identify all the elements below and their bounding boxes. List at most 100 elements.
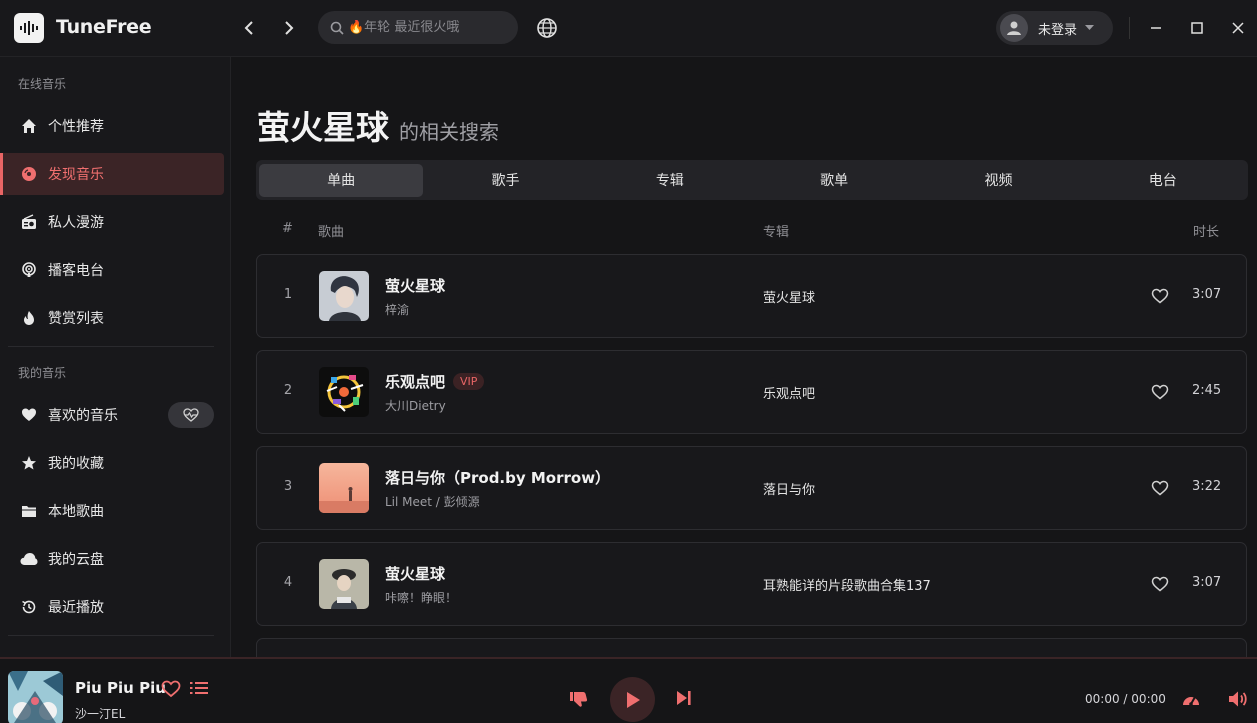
column-header-album: 专辑	[763, 225, 790, 240]
sidebar-item-label: 本地歌曲	[48, 504, 104, 520]
song-album[interactable]: 落日与你	[763, 479, 815, 498]
sidebar-item-label: 赞赏列表	[48, 311, 104, 327]
title-bar: TuneFree 未登录	[0, 0, 1257, 57]
now-playing-title: Piu Piu Piu	[75, 679, 166, 697]
song-index: 3	[283, 479, 293, 494]
search-icon	[330, 21, 344, 35]
song-row[interactable]: 4 萤火星球 咔嚓！睁眼！ 耳熟能详的片段歌曲合集137 3:07	[256, 542, 1247, 626]
search-input[interactable]	[348, 20, 508, 35]
now-playing-cover[interactable]	[8, 671, 63, 723]
song-title: 萤火星球	[385, 277, 446, 295]
window-controls-divider	[1129, 17, 1130, 39]
sidebar-divider	[8, 346, 214, 347]
tab-albums[interactable]: 专辑	[588, 164, 752, 197]
sidebar-divider	[8, 635, 214, 636]
tab-artists[interactable]: 歌手	[423, 164, 587, 197]
tab-radio[interactable]: 电台	[1081, 164, 1245, 197]
heart-icon	[20, 406, 38, 424]
song-album[interactable]: 萤火星球	[763, 287, 815, 306]
maximize-icon	[1191, 22, 1203, 34]
sidebar-item-podcast[interactable]: 播客电台	[0, 249, 224, 291]
column-header-song: 歌曲	[318, 225, 345, 240]
volume-button[interactable]	[1227, 688, 1249, 710]
like-heart-icon[interactable]	[161, 680, 181, 698]
next-track-button[interactable]	[674, 688, 694, 708]
column-header-index: #	[282, 221, 293, 236]
song-artist: 梓渝	[385, 303, 410, 317]
skip-next-icon	[677, 691, 691, 705]
sidebar-item-liked[interactable]: 喜欢的音乐	[0, 394, 224, 436]
song-cover	[319, 367, 369, 417]
like-heart-icon[interactable]	[1150, 574, 1170, 594]
sidebar-item-label: 我的云盘	[48, 552, 104, 568]
result-tabs: 单曲 歌手 专辑 歌单 视频 电台	[256, 160, 1248, 200]
sidebar-item-cloud[interactable]: 我的云盘	[0, 538, 224, 580]
fire-icon	[20, 309, 38, 327]
sidebar-item-discover[interactable]: 发现音乐	[0, 153, 224, 195]
sidebar-item-label: 最近播放	[48, 600, 104, 616]
language-globe-icon[interactable]	[536, 17, 558, 39]
sidebar-item-collection[interactable]: 我的收藏	[0, 442, 224, 484]
song-artist: 大川Dietry	[385, 399, 446, 413]
song-title: 乐观点吧 VIP	[385, 371, 485, 392]
heartbeat-icon	[183, 408, 199, 422]
dislike-button[interactable]	[568, 688, 590, 710]
maximize-button[interactable]	[1186, 17, 1208, 39]
minimize-button[interactable]	[1145, 17, 1167, 39]
song-duration: 3:07	[1192, 575, 1222, 590]
playlist-icon[interactable]	[190, 680, 208, 698]
cloud-icon	[20, 550, 38, 568]
sidebar-item-appreciation[interactable]: 赞赏列表	[0, 297, 224, 339]
radio-icon	[20, 213, 38, 231]
now-playing-artist: 沙一汀EL	[75, 707, 126, 721]
section-online-music: 在线音乐	[18, 77, 67, 91]
forward-button[interactable]	[279, 18, 299, 38]
user-menu-button[interactable]: 未登录	[996, 11, 1113, 45]
like-heart-icon[interactable]	[1150, 382, 1170, 402]
search-results-panel: 萤火星球 的相关搜索 单曲 歌手 专辑 歌单 视频 电台 # 歌曲 专辑 时长 …	[232, 57, 1257, 657]
song-title: 落日与你（Prod.by Morrow）	[385, 469, 611, 487]
search-keyword: 萤火星球	[257, 108, 389, 147]
vip-badge: VIP	[453, 373, 485, 390]
sidebar-item-label: 私人漫游	[48, 215, 104, 231]
podcast-icon	[20, 261, 38, 279]
song-row[interactable]: 2 乐观点吧 VIP 大川Dietry 乐观点吧 2:45	[256, 350, 1247, 434]
like-heart-icon[interactable]	[1150, 478, 1170, 498]
like-heart-icon[interactable]	[1150, 286, 1170, 306]
sidebar-item-roaming[interactable]: 私人漫游	[0, 201, 224, 243]
song-title: 萤火星球	[385, 565, 446, 583]
sidebar-item-label: 喜欢的音乐	[48, 408, 118, 424]
song-duration: 3:22	[1192, 479, 1222, 494]
avatar-icon	[1000, 14, 1028, 42]
home-icon	[20, 117, 38, 135]
song-cover	[319, 463, 369, 513]
sidebar: 在线音乐 个性推荐 发现音乐 私人漫游 播客电台 赞赏列表 我的音乐 喜欢的音乐…	[0, 57, 231, 657]
back-button[interactable]	[239, 18, 259, 38]
folder-icon	[20, 502, 38, 520]
page-title: 萤火星球 的相关搜索	[257, 101, 499, 149]
chevron-left-icon	[244, 21, 253, 35]
song-cover	[319, 559, 369, 609]
sidebar-item-recommend[interactable]: 个性推荐	[0, 105, 224, 147]
song-album[interactable]: 乐观点吧	[763, 383, 815, 402]
tab-videos[interactable]: 视频	[916, 164, 1080, 197]
sidebar-item-local[interactable]: 本地歌曲	[0, 490, 224, 532]
song-row[interactable]: 3 落日与你（Prod.by Morrow） Lil Meet / 彭倾源 落日…	[256, 446, 1247, 530]
tab-playlists[interactable]: 歌单	[752, 164, 916, 197]
play-button[interactable]	[610, 677, 655, 722]
song-index: 2	[283, 383, 293, 398]
song-artist: Lil Meet / 彭倾源	[385, 495, 480, 509]
song-album[interactable]: 耳熟能详的片段歌曲合集137	[763, 575, 931, 594]
song-index: 4	[283, 575, 293, 590]
song-row[interactable]: 1 萤火星球 梓渝 萤火星球 3:07	[256, 254, 1247, 338]
tab-songs[interactable]: 单曲	[259, 163, 424, 197]
sidebar-item-recent[interactable]: 最近播放	[0, 586, 224, 628]
playback-speed-button[interactable]	[1180, 688, 1202, 710]
song-duration: 2:45	[1192, 383, 1222, 398]
search-box[interactable]	[318, 11, 518, 44]
play-icon	[626, 691, 640, 708]
heartbeat-mode-button[interactable]	[168, 402, 214, 428]
song-row[interactable]	[256, 638, 1247, 657]
volume-icon	[1229, 691, 1247, 707]
close-button[interactable]	[1227, 17, 1249, 39]
